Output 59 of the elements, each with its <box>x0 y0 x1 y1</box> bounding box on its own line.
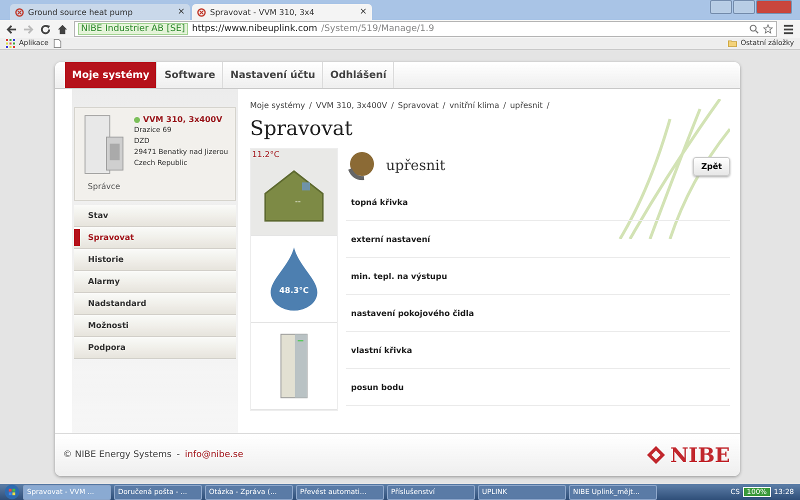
sidebar-item[interactable]: Alarmy <box>74 271 236 293</box>
footer-separator: - <box>176 450 180 460</box>
nav-tab[interactable]: Nastavení účtu <box>223 62 324 88</box>
reload-icon[interactable] <box>40 24 51 34</box>
section-title: upřesnit <box>386 158 446 174</box>
browser-tab[interactable]: Ground source heat pump × <box>10 4 190 20</box>
breadcrumb-separator: / <box>503 101 506 110</box>
diamond-logo-icon <box>647 446 666 464</box>
breadcrumb-link[interactable]: vnitřní klima <box>449 101 500 110</box>
start-button[interactable] <box>4 484 20 500</box>
page-title: Spravovat <box>250 116 354 140</box>
indoor-temperature: -- <box>295 197 301 206</box>
breadcrumb-separator: / <box>442 101 446 110</box>
settings-menu-item[interactable]: externí nastavení <box>346 221 730 258</box>
brand-logo: NIBE <box>670 443 730 467</box>
security-label: NIBE Industrier AB [SE] <box>78 23 188 35</box>
tab-close-button[interactable]: × <box>359 7 367 17</box>
menu-icon[interactable] <box>783 24 794 34</box>
search-icon[interactable] <box>749 24 759 34</box>
site-icon <box>15 8 24 16</box>
breadcrumb-separator: / <box>309 101 312 110</box>
star-icon[interactable] <box>763 24 773 34</box>
settings-menu-item[interactable]: vlastní křivka <box>346 332 730 369</box>
browser-tab[interactable]: Spravovat - VVM 310, 3x4 × <box>192 4 372 20</box>
breadcrumb-link[interactable]: VVM 310, 3x400V <box>316 101 388 110</box>
sidebar-item[interactable]: Spravovat <box>74 227 236 249</box>
tab-close-button[interactable]: × <box>177 7 185 17</box>
copyright-text: © NIBE Energy Systems <box>63 450 172 460</box>
breadcrumb-link[interactable]: Spravovat <box>398 101 439 110</box>
email-link[interactable]: info@nibe.se <box>184 450 244 460</box>
indoor-unit-drawing[interactable] <box>280 332 308 400</box>
sidebar-item[interactable]: Historie <box>74 249 236 271</box>
back-icon[interactable] <box>6 24 17 34</box>
nav-tab[interactable]: Software <box>157 62 224 88</box>
system-name[interactable]: VVM 310, 3x400V <box>143 114 222 125</box>
apps-icon <box>6 38 15 48</box>
nav-tab[interactable]: Moje systémy <box>65 62 158 88</box>
settings-menu-item[interactable]: nastavení pokojového čidla <box>346 295 730 332</box>
back-button[interactable]: Zpět <box>693 156 730 176</box>
sidebar-item[interactable]: Nadstandard <box>74 293 236 315</box>
settings-menu-item[interactable]: min. tepl. na výstupu <box>346 258 730 295</box>
nav-tab[interactable]: Odhlášení <box>323 62 394 88</box>
settings-menu-item[interactable]: posun bodu <box>346 369 730 406</box>
hot-water-temperature: 48.3°C <box>279 286 309 295</box>
address-bar[interactable]: NIBE Industrier AB [SE] https://www.nibeuplink.com /System/519/Manage/1.9 <box>74 21 777 37</box>
breadcrumb-link[interactable]: Moje systémy <box>250 101 306 110</box>
breadcrumb-separator: / <box>546 101 550 110</box>
url-path: /System/519/Manage/1.9 <box>321 24 436 34</box>
sidebar-item[interactable]: Stav <box>74 205 236 227</box>
sidebar-item[interactable]: Podpora <box>74 337 236 359</box>
breadcrumb-link[interactable]: upřesnit <box>510 101 543 110</box>
home-icon[interactable] <box>57 24 68 34</box>
url-host: https://www.nibeuplink.com <box>192 24 318 34</box>
outdoor-temperature: 11.2°C <box>252 150 280 159</box>
sidebar-item[interactable]: Možnosti <box>74 315 236 337</box>
user-role: Správce <box>88 182 120 191</box>
site-icon <box>197 8 206 16</box>
settings-menu-item[interactable]: topná křivka <box>346 184 730 221</box>
breadcrumb-separator: / <box>391 101 394 110</box>
